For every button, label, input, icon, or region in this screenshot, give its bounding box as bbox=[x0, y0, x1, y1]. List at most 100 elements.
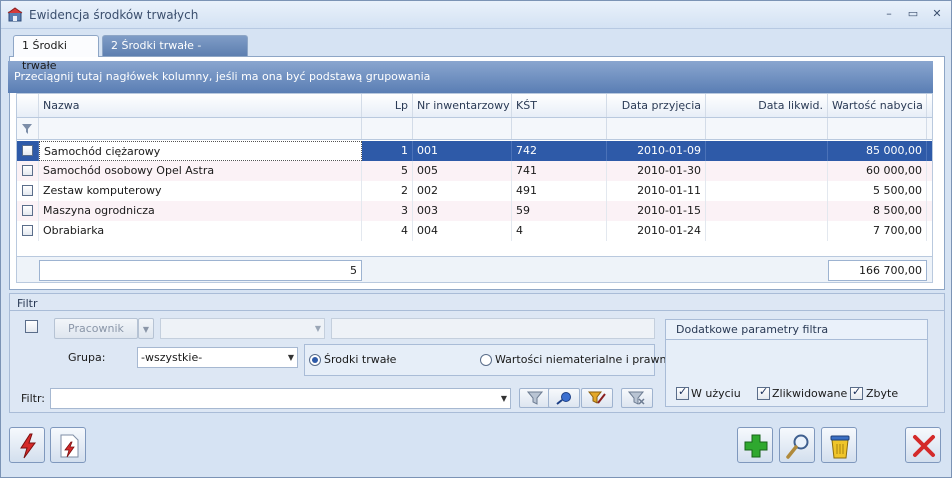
cell-nr[interactable]: 004 bbox=[413, 221, 512, 241]
cell-nazwa[interactable]: Obrabiarka bbox=[39, 221, 362, 241]
zbyte-checkbox[interactable] bbox=[850, 385, 863, 400]
clear-filter-button[interactable] bbox=[621, 388, 653, 408]
column-header-wartosc-nabycia[interactable]: Wartość nabycia bbox=[828, 94, 927, 117]
filter-cell-data-przyjecia[interactable] bbox=[607, 118, 706, 139]
cell-wartosc[interactable]: 7 700,00 bbox=[828, 221, 927, 241]
add-button[interactable] bbox=[737, 427, 773, 463]
row-checkbox[interactable] bbox=[22, 185, 33, 196]
cell-data-przyjecia[interactable]: 2010-01-11 bbox=[607, 181, 706, 201]
radio-wartosci-niematerialne-label[interactable]: Wartości niematerialne i prawne bbox=[495, 353, 673, 366]
filter-cell-nr[interactable] bbox=[413, 118, 512, 139]
funnel-edit-icon bbox=[588, 391, 606, 404]
row-checkbox[interactable] bbox=[22, 205, 33, 216]
preview-button[interactable] bbox=[779, 427, 815, 463]
table-row[interactable]: Zestaw komputerowy 2 002 491 2010-01-11 5 500… bbox=[17, 181, 932, 201]
cell-data-likwid[interactable] bbox=[706, 201, 828, 221]
pracownik-button[interactable]: Pracownik bbox=[54, 318, 138, 339]
close-window-button[interactable]: ✕ bbox=[929, 7, 945, 21]
cell-data-przyjecia[interactable]: 2010-01-15 bbox=[607, 201, 706, 221]
row-select-cell bbox=[17, 221, 39, 241]
column-header-data-likwid[interactable]: Data likwid. bbox=[706, 94, 828, 117]
cell-lp[interactable]: 3 bbox=[362, 201, 413, 221]
grid-summary-row: 5 166 700,00 bbox=[17, 256, 932, 282]
filter-cell-kst[interactable] bbox=[512, 118, 607, 139]
tab-srodki-trwale-atrybuty[interactable]: 2 Środki trwałe - atrybuty bbox=[102, 35, 248, 72]
delete-button[interactable] bbox=[821, 427, 857, 463]
cell-nr[interactable]: 005 bbox=[413, 161, 512, 181]
zlikwidowane-checkbox[interactable] bbox=[757, 385, 770, 400]
cell-lp[interactable]: 5 bbox=[362, 161, 413, 181]
cell-kst[interactable]: 59 bbox=[512, 201, 607, 221]
table-row[interactable]: Maszyna ogrodnicza 3 003 59 2010-01-15 8 500,… bbox=[17, 201, 932, 221]
cell-data-likwid[interactable] bbox=[706, 221, 828, 241]
zlikwidowane-label[interactable]: Zlikwidowane bbox=[772, 387, 847, 400]
column-header-kst[interactable]: KŚT bbox=[512, 94, 607, 117]
radio-wartosci-niematerialne[interactable] bbox=[480, 354, 492, 366]
table-row[interactable]: Obrabiarka 4 004 4 2010-01-24 7 700,00 bbox=[17, 221, 932, 241]
cell-lp[interactable]: 2 bbox=[362, 181, 413, 201]
close-button[interactable] bbox=[905, 427, 941, 463]
cell-nazwa[interactable]: Maszyna ogrodnicza bbox=[39, 201, 362, 221]
cell-nr[interactable]: 003 bbox=[413, 201, 512, 221]
w-uzyciu-checkbox[interactable] bbox=[676, 385, 689, 400]
cell-wartosc[interactable]: 5 500,00 bbox=[828, 181, 927, 201]
zbyte-label[interactable]: Zbyte bbox=[866, 387, 898, 400]
cell-data-przyjecia[interactable]: 2010-01-09 bbox=[607, 141, 706, 161]
column-header-nazwa[interactable]: Nazwa bbox=[39, 94, 362, 117]
filter-cell-nazwa[interactable] bbox=[39, 118, 362, 139]
cell-nazwa[interactable]: Zestaw komputerowy bbox=[39, 181, 362, 201]
lightning-action-button[interactable] bbox=[9, 427, 45, 463]
cell-nr[interactable]: 001 bbox=[413, 141, 512, 161]
radio-srodki-trwale[interactable] bbox=[309, 354, 321, 366]
cell-lp[interactable]: 1 bbox=[362, 141, 413, 161]
cell-kst[interactable]: 4 bbox=[512, 221, 607, 241]
cell-data-przyjecia[interactable]: 2010-01-24 bbox=[607, 221, 706, 241]
filter-cell-lp[interactable] bbox=[362, 118, 413, 139]
cell-kst[interactable]: 742 bbox=[512, 141, 607, 161]
header-select-column[interactable] bbox=[17, 94, 39, 117]
filtr-input[interactable]: ▼ bbox=[50, 388, 511, 409]
cell-nazwa[interactable]: Samochód osobowy Opel Astra bbox=[39, 161, 362, 181]
pracownik-combo[interactable]: ▼ bbox=[160, 318, 325, 339]
magnifier-icon bbox=[786, 434, 809, 459]
row-checkbox[interactable] bbox=[22, 145, 33, 156]
lightning-icon bbox=[20, 433, 36, 459]
chevron-down-icon: ▼ bbox=[314, 324, 321, 333]
cell-lp[interactable]: 4 bbox=[362, 221, 413, 241]
row-checkbox[interactable] bbox=[22, 225, 33, 236]
pracownik-name-field[interactable] bbox=[331, 318, 655, 339]
chevron-down-icon: ▼ bbox=[287, 353, 294, 362]
grupa-select[interactable]: -wszystkie- ▼ bbox=[137, 347, 298, 368]
pracownik-checkbox[interactable] bbox=[25, 320, 38, 333]
cell-data-przyjecia[interactable]: 2010-01-30 bbox=[607, 161, 706, 181]
cell-kst[interactable]: 741 bbox=[512, 161, 607, 181]
column-header-nr-inwentarzowy[interactable]: Nr inwentarzowy bbox=[413, 94, 512, 117]
lightning-document-button[interactable] bbox=[50, 427, 86, 463]
filter-cell-data-likwid[interactable] bbox=[706, 118, 828, 139]
group-by-area[interactable]: Przeciągnij tutaj nagłówek kolumny, jeśl… bbox=[8, 61, 933, 93]
pracownik-dropdown-button[interactable]: ▼ bbox=[138, 318, 154, 339]
cell-wartosc[interactable]: 8 500,00 bbox=[828, 201, 927, 221]
minimize-button[interactable]: – bbox=[881, 7, 897, 21]
advanced-filter-button[interactable] bbox=[581, 388, 613, 408]
w-uzyciu-label[interactable]: W użyciu bbox=[691, 387, 741, 400]
table-row[interactable]: Samochód osobowy Opel Astra 5 005 741 2010-0… bbox=[17, 161, 932, 181]
column-header-data-przyjecia[interactable]: Data przyjęcia bbox=[607, 94, 706, 117]
row-checkbox[interactable] bbox=[22, 165, 33, 176]
cell-data-likwid[interactable] bbox=[706, 141, 828, 161]
cell-wartosc[interactable]: 60 000,00 bbox=[828, 161, 927, 181]
cell-wartosc[interactable]: 85 000,00 bbox=[828, 141, 927, 161]
tab-srodki-trwale[interactable]: 1 Środki trwałe bbox=[13, 35, 99, 72]
filter-lookup-button[interactable] bbox=[548, 388, 580, 408]
cell-nr[interactable]: 002 bbox=[413, 181, 512, 201]
cell-kst[interactable]: 491 bbox=[512, 181, 607, 201]
maximize-button[interactable]: ▭ bbox=[905, 7, 921, 21]
cell-nazwa[interactable]: Samochód ciężarowy bbox=[39, 141, 362, 161]
column-header-lp[interactable]: Lp bbox=[362, 94, 413, 117]
radio-srodki-trwale-label[interactable]: Środki trwałe bbox=[324, 353, 396, 366]
filter-cell-wartosc[interactable] bbox=[828, 118, 927, 139]
cell-data-likwid[interactable] bbox=[706, 161, 828, 181]
cell-data-likwid[interactable] bbox=[706, 181, 828, 201]
table-row[interactable]: Samochód ciężarowy 1 001 742 2010-01-09 85 00… bbox=[17, 141, 932, 161]
apply-filter-button[interactable] bbox=[519, 388, 551, 408]
